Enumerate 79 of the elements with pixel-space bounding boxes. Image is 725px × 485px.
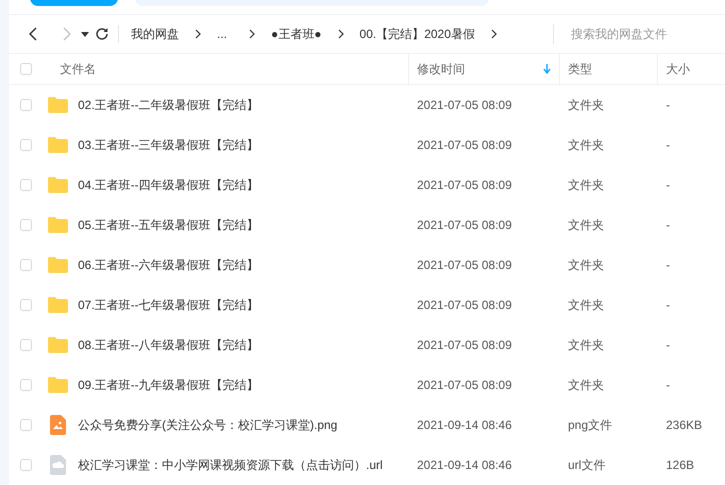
checkbox[interactable] xyxy=(20,99,32,111)
file-name[interactable]: 07.王者班--七年级暑假班【完结】 xyxy=(78,296,259,314)
file-size: - xyxy=(665,298,671,312)
modified-time: 2021-09-14 08:46 xyxy=(416,418,513,432)
file-name[interactable]: 03.王者班--三年级暑假班【完结】 xyxy=(78,136,259,154)
checkbox[interactable] xyxy=(20,139,32,151)
image-file-icon xyxy=(50,415,66,435)
checkbox[interactable] xyxy=(20,339,32,351)
file-type: 文件夹 xyxy=(567,256,605,274)
modified-time: 2021-07-05 08:09 xyxy=(416,298,513,312)
file-size: - xyxy=(665,178,671,192)
file-name[interactable]: 02.王者班--二年级暑假班【完结】 xyxy=(78,96,259,114)
file-type: 文件夹 xyxy=(567,136,605,154)
file-type: 文件夹 xyxy=(567,376,605,394)
file-name[interactable]: 08.王者班--八年级暑假班【完结】 xyxy=(78,336,259,354)
modified-time: 2021-09-14 08:46 xyxy=(416,458,513,472)
modified-time: 2021-07-05 08:09 xyxy=(416,378,513,392)
checkbox[interactable] xyxy=(20,179,32,191)
file-size: - xyxy=(665,378,671,392)
file-type: png文件 xyxy=(567,416,614,434)
refresh-icon xyxy=(95,27,109,41)
chevron-right-icon xyxy=(249,29,256,39)
chevron-right-icon xyxy=(490,29,497,39)
file-size: 126B xyxy=(665,458,696,472)
file-type: 文件夹 xyxy=(567,216,605,234)
file-type: 文件夹 xyxy=(567,96,605,114)
breadcrumb-item[interactable]: ... xyxy=(217,27,228,41)
breadcrumb-item[interactable]: ●王者班● xyxy=(271,26,322,42)
folder-icon xyxy=(48,297,68,313)
modified-time: 2021-07-05 08:09 xyxy=(416,218,513,232)
file-name[interactable]: 06.王者班--六年级暑假班【完结】 xyxy=(78,256,259,274)
checkbox[interactable] xyxy=(20,379,32,391)
sort-arrow-icon[interactable] xyxy=(543,64,551,74)
modified-time: 2021-07-05 08:09 xyxy=(416,138,513,152)
checkbox[interactable] xyxy=(20,259,32,271)
modified-time: 2021-07-05 08:09 xyxy=(416,258,513,272)
file-size: - xyxy=(665,258,671,272)
checkbox[interactable] xyxy=(20,219,32,231)
folder-icon xyxy=(48,97,68,113)
file-type: url文件 xyxy=(567,456,606,474)
file-size: - xyxy=(665,218,671,232)
folder-icon xyxy=(48,257,68,273)
chevron-right-icon xyxy=(338,29,344,39)
file-size: - xyxy=(665,98,671,112)
column-header[interactable]: 类型 xyxy=(568,60,657,78)
checkbox[interactable] xyxy=(20,419,32,431)
column-header[interactable]: 大小 xyxy=(666,60,725,78)
link-file-icon xyxy=(50,455,66,475)
chevron-right-icon xyxy=(63,27,71,41)
folder-icon xyxy=(48,377,68,393)
checkbox[interactable] xyxy=(20,63,32,75)
file-name[interactable]: 09.王者班--九年级暑假班【完结】 xyxy=(78,376,259,394)
file-type: 文件夹 xyxy=(567,296,605,314)
checkbox[interactable] xyxy=(20,459,32,471)
file-name[interactable]: 05.王者班--五年级暑假班【完结】 xyxy=(78,216,259,234)
file-name[interactable]: 校汇学习课堂：中小学网课视频资源下载（点击访问）.url xyxy=(78,456,383,474)
file-size: - xyxy=(665,338,671,352)
search-field[interactable]: 搜索我的网盘文件 xyxy=(553,24,725,44)
folder-icon xyxy=(48,217,68,233)
folder-icon xyxy=(48,337,68,353)
chevron-right-icon xyxy=(195,29,201,39)
modified-time: 2021-07-05 08:09 xyxy=(416,98,513,112)
file-size: 236KB xyxy=(665,418,704,432)
modified-time: 2021-07-05 08:09 xyxy=(416,338,513,352)
modified-time: 2021-07-05 08:09 xyxy=(416,178,513,192)
file-name[interactable]: 04.王者班--四年级暑假班【完结】 xyxy=(78,176,259,194)
file-name[interactable]: 公众号免费分享(关注公众号：校汇学习课堂).png xyxy=(78,416,338,434)
file-type: 文件夹 xyxy=(567,176,605,194)
breadcrumb-item[interactable]: 00.【完结】2020暑假 xyxy=(360,26,475,42)
column-header[interactable]: 文件名 xyxy=(60,60,408,78)
folder-icon xyxy=(48,177,68,193)
breadcrumb-item[interactable]: 我的网盘 xyxy=(131,26,179,42)
file-size: - xyxy=(665,138,671,152)
column-header[interactable]: 修改时间 xyxy=(417,60,559,78)
chevron-left-icon xyxy=(29,27,37,41)
folder-icon xyxy=(48,137,68,153)
checkbox[interactable] xyxy=(20,299,32,311)
file-type: 文件夹 xyxy=(567,336,605,354)
caret-down-icon xyxy=(81,32,89,36)
